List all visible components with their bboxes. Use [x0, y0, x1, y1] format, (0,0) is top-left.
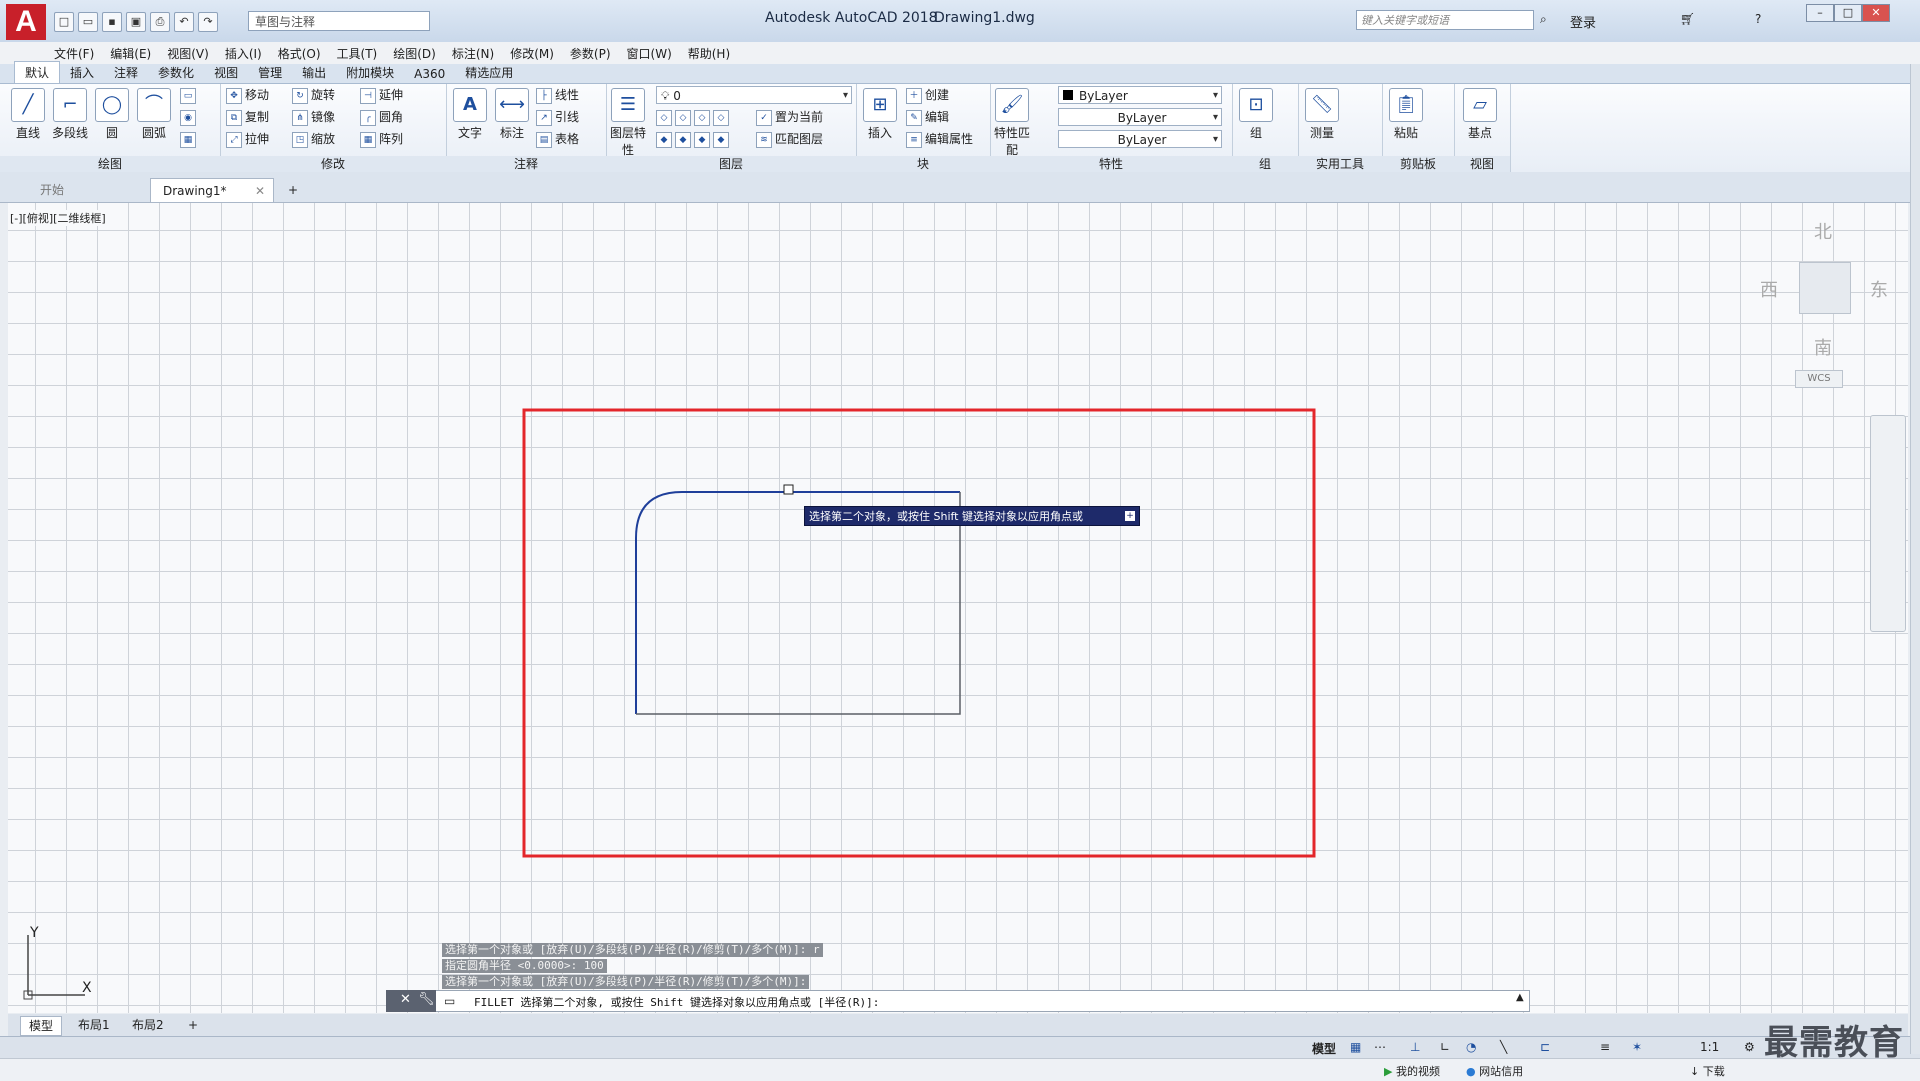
osnap-icon[interactable]: ⊏: [1540, 1040, 1550, 1054]
command-prompt-icon: ▭: [444, 994, 456, 1008]
download-link[interactable]: ↓ 下载: [1690, 1063, 1725, 1079]
polar-icon[interactable]: ◔: [1466, 1040, 1476, 1054]
highlight-rectangle: [522, 408, 1316, 858]
tab-model[interactable]: 模型: [20, 1016, 63, 1036]
play-icon: ▶: [1384, 1065, 1393, 1078]
lineweight-icon[interactable]: ≡: [1600, 1040, 1610, 1054]
viewcube-west[interactable]: 西: [1760, 276, 1778, 302]
viewcube-south[interactable]: 南: [1814, 334, 1832, 360]
add-layout-button[interactable]: +: [180, 1016, 206, 1034]
command-history-line: 选择第一个对象或 [放弃(U)/多段线(P)/半径(R)/修剪(T)/多个(M)…: [442, 943, 823, 957]
wrench-icon[interactable]: 🔧︎: [418, 992, 435, 1007]
download-icon: ↓: [1690, 1065, 1700, 1078]
tab-layout1[interactable]: 布局1: [70, 1016, 118, 1034]
model-space-toggle[interactable]: 模型: [1312, 1040, 1336, 1057]
command-tooltip: 选择第二个对象，或按住 Shift 键选择对象以应用角点或 +: [804, 506, 1140, 526]
command-history-line: 指定圆角半径 <0.0000>: 100: [442, 959, 607, 973]
navigation-bar[interactable]: [1870, 415, 1906, 632]
annotation-scale[interactable]: 1:1: [1700, 1040, 1719, 1054]
close-icon[interactable]: ✕: [400, 992, 411, 1007]
site-credit-link[interactable]: ● 网站信用: [1466, 1063, 1523, 1079]
annotation-visibility-icon[interactable]: ✶: [1632, 1040, 1642, 1054]
layout-tab-bar: 模型 布局1 布局2 +: [8, 1014, 1908, 1036]
expand-icon[interactable]: +: [1125, 511, 1135, 521]
watermark: 最需教育: [1764, 1023, 1904, 1063]
pickbox-cursor: [783, 484, 794, 495]
tab-layout2[interactable]: 布局2: [124, 1016, 172, 1034]
command-history-line: 选择第一个对象或 [放弃(U)/多段线(P)/半径(R)/修剪(T)/多个(M)…: [442, 975, 810, 989]
gear-icon[interactable]: ⚙: [1744, 1040, 1755, 1054]
viewcube-east[interactable]: 东: [1870, 276, 1888, 302]
my-video-link[interactable]: ▶ 我的视频: [1384, 1063, 1440, 1079]
command-line-text: FILLET 选择第二个对象, 或按住 Shift 键选择对象以应用角点或 [半…: [474, 996, 880, 1009]
command-history-toggle[interactable]: ▲: [1516, 992, 1524, 1003]
viewcube-north[interactable]: 北: [1814, 218, 1832, 244]
window-edge: [1910, 64, 1920, 1054]
infer-icon[interactable]: ⊥: [1410, 1040, 1420, 1054]
ucs-y-label: Y: [30, 925, 39, 941]
drawing-overlay: [23, 408, 1316, 1000]
status-bar: 模型 ▦ ⋯ ⊥ ∟ ◔ ╲ ⊏ ≡ ✶ 1:1 ⚙: [0, 1036, 1920, 1059]
command-line-controls: ✕ 🔧︎: [386, 990, 436, 1012]
snap-icon[interactable]: ⋯: [1374, 1040, 1386, 1054]
ucs-x-label: X: [82, 980, 92, 996]
viewcube[interactable]: [1799, 262, 1851, 314]
wcs-menu[interactable]: WCS: [1795, 370, 1843, 388]
isodraft-icon[interactable]: ╲: [1500, 1040, 1507, 1054]
host-taskbar: ▶ 我的视频 ● 网站信用 ↓ 下载: [0, 1058, 1920, 1081]
grid-icon[interactable]: ▦: [1350, 1040, 1361, 1054]
ortho-icon[interactable]: ∟: [1440, 1040, 1450, 1054]
drop-icon: ●: [1466, 1065, 1476, 1078]
